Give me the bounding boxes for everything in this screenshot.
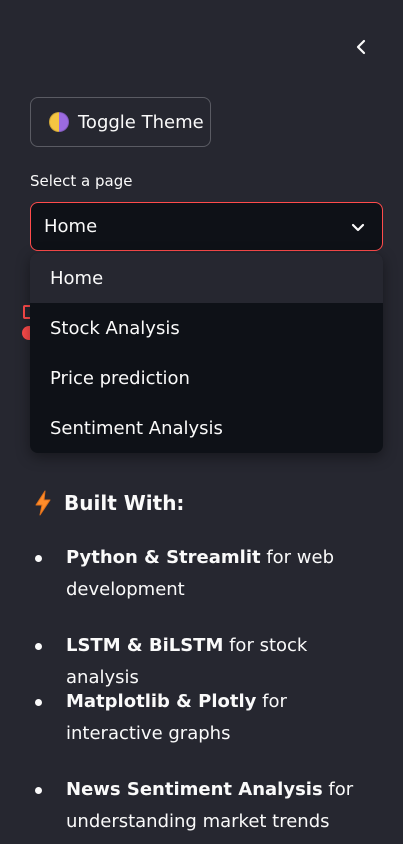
built-with-title: Built With: — [64, 491, 185, 515]
option-home[interactable]: Home — [30, 253, 383, 303]
collapse-sidebar-button[interactable] — [348, 34, 374, 60]
list-item-bold: News Sentiment Analysis — [66, 779, 323, 800]
option-price-prediction[interactable]: Price prediction — [30, 353, 383, 403]
half-moon-icon — [49, 112, 69, 132]
select-page-label: Select a page — [30, 172, 133, 190]
lightning-icon — [35, 490, 51, 516]
option-stock-analysis[interactable]: Stock Analysis — [30, 303, 383, 353]
list-item-bold: Matplotlib & Plotly — [66, 691, 257, 712]
built-with-heading: Built With: — [34, 490, 184, 516]
list-item-bold: LSTM & BiLSTM — [66, 635, 224, 656]
list-item: Matplotlib & Plotly for interactive grap… — [30, 686, 370, 750]
page-select-dropdown: Home Stock Analysis Price prediction Sen… — [30, 253, 383, 453]
toggle-theme-button[interactable]: Toggle Theme — [30, 97, 211, 147]
toggle-theme-label: Toggle Theme — [78, 111, 204, 133]
option-sentiment-analysis[interactable]: Sentiment Analysis — [30, 403, 383, 453]
page-select-value: Home — [44, 216, 98, 237]
chevron-left-icon — [356, 39, 366, 55]
chevron-down-icon — [351, 223, 365, 232]
page-select[interactable]: Home — [30, 202, 383, 251]
list-item-bold: Python & Streamlit — [66, 547, 261, 568]
list-item: News Sentiment Analysis for understandin… — [30, 774, 370, 838]
list-item: Python & Streamlit for web development — [30, 542, 370, 606]
list-item: LSTM & BiLSTM for stock analysis — [30, 630, 370, 694]
